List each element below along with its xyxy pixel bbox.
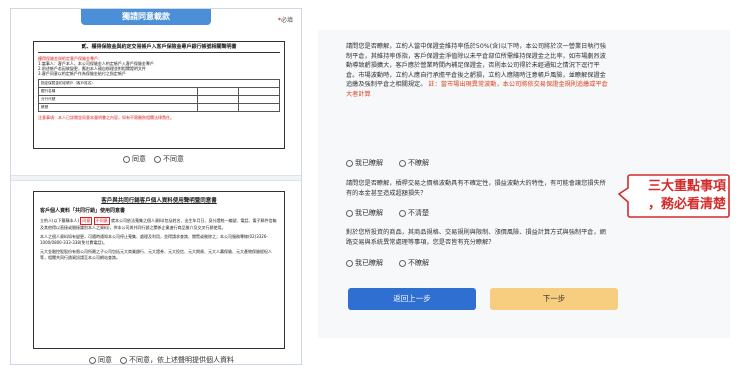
q1-yes-option[interactable]: 我已瞭解	[346, 158, 383, 168]
callout-line-2: ，務必看清楚	[647, 197, 726, 212]
radio-icon[interactable]	[399, 159, 406, 167]
declaration-notice: 注意事項：本人已詳閱並同意本聲明書之內容，如有不實願負相關法律責任。	[38, 115, 174, 120]
radio-icon[interactable]	[120, 356, 127, 364]
marketing-disagree-option[interactable]: 不同意，依上述聲明提供個人資料	[120, 355, 234, 365]
required-note: *必填	[278, 15, 293, 24]
question-1: 請問您是否瞭解，立約人當中保證金維持率低於50%(含)以下時，本公司將於次一營業…	[346, 42, 608, 99]
next-button[interactable]: 下一步	[490, 288, 618, 310]
account-row-number: 帳號	[38, 103, 198, 112]
marketing-radio-group: 同意 不同意，依上述聲明提供個人資料	[89, 355, 234, 365]
q3-yes-option[interactable]: 我已瞭解	[346, 258, 383, 268]
callout-text: 三大重點事項 ，務必看清楚	[632, 178, 726, 214]
declaration-disagree-label: 不同意	[163, 155, 184, 163]
declaration-title: 貳、權得保險金與約定交易帳戶入客戶保險金專戶銀行帳號相關聲明書	[38, 45, 280, 53]
q1-no-option[interactable]: 不瞭解	[399, 158, 429, 168]
p1-disagree-box: 不同意	[93, 217, 110, 225]
p1-intro: 立約人(以下簡稱本人)	[40, 218, 80, 223]
question-2-options: 我已瞭解 不清楚	[346, 208, 429, 218]
declaration-disagree-option[interactable]: 不同意	[154, 154, 184, 164]
account-row-bank: 銀行名稱	[38, 87, 198, 96]
marketing-consent-paragraph-2: 本人之個人資料如有變更，可隨時通知本公司停止蒐集、處理及利用，並得請求查詢、閱覽…	[40, 234, 268, 245]
question-3-options: 我已瞭解 不瞭解	[346, 258, 429, 268]
q2-yes-option[interactable]: 我已瞭解	[346, 208, 383, 218]
section-divider	[11, 175, 301, 181]
p1-agree-box: 同意	[80, 217, 93, 225]
radio-icon[interactable]	[346, 159, 353, 167]
left-consent-panel: 獨請同意載款 *必填 貳、權得保險金與約定交易帳戶入客戶保險金專戶銀行帳號相關聲…	[10, 8, 302, 365]
declaration-agree-label: 同意	[132, 155, 146, 163]
callout-annotation: 三大重點事項 ，務必看清楚	[618, 174, 730, 218]
radio-icon[interactable]	[89, 356, 96, 364]
declaration-radio-group: 同意 不同意	[123, 154, 184, 164]
required-label: 必填	[280, 17, 293, 24]
radio-icon[interactable]	[346, 259, 353, 267]
account-table: 指定保險金約定帳戶（客戶姓名） 銀行名稱 分行代號 帳號	[38, 79, 281, 112]
q1-no-label: 不瞭解	[408, 159, 429, 167]
question-3: 對於您所投資的商品，其商品規格、交易規則與限制、漲價風險、損益計算方式與強制平倉…	[346, 229, 606, 246]
consent-section-top: 獨請同意載款 *必填 貳、權得保險金與約定交易帳戶入客戶保險金專戶銀行帳號相關聲…	[11, 9, 301, 165]
declaration-line-4: 3.客戶同意以約定帳戶作為保險金給付之指定帳戶	[38, 71, 126, 76]
declaration-agree-option[interactable]: 同意	[123, 154, 146, 164]
q1-yes-label: 我已瞭解	[355, 159, 383, 167]
radio-icon[interactable]	[399, 259, 406, 267]
q3-no-label: 不瞭解	[408, 259, 429, 267]
page: 獨請同意載款 *必填 貳、權得保險金與約定交易帳戶入客戶保險金專戶銀行帳號相關聲…	[0, 0, 740, 373]
account-table-head: 指定保險金約定帳戶（客戶姓名）	[38, 79, 280, 88]
marketing-consent-title: 客戶與共同行銷客戶個人資料使用聲明暨同意書	[101, 198, 217, 204]
q3-yes-label: 我已瞭解	[355, 259, 383, 267]
marketing-agree-option[interactable]: 同意	[89, 355, 112, 365]
radio-icon[interactable]	[154, 155, 161, 163]
marketing-consent-document: 客戶與共同行銷客戶個人資料使用聲明暨同意書 客戶個人資料「共同行銷」使用同意書 …	[33, 191, 285, 349]
marketing-consent-paragraph-3: 元大金融控股股份有限公司所屬之子公司包括元大商業銀行、元大證券、元大投信、元大期…	[40, 249, 272, 260]
consent-tab[interactable]: 獨請同意載款	[81, 9, 211, 25]
q2-no-label: 不清楚	[408, 209, 429, 217]
question-1-options: 我已瞭解 不瞭解	[346, 158, 429, 168]
marketing-agree-label: 同意	[98, 356, 112, 364]
question-2: 請問您是否瞭解，槓桿交易之價格波動具有不確定性，損益波動大的特性，有可能會讓您損…	[346, 180, 606, 197]
marketing-disagree-label: 不同意，依上述聲明提供個人資料	[129, 356, 234, 364]
marketing-consent-subtitle: 客戶個人資料「共同行銷」使用同意書	[40, 208, 126, 214]
marketing-consent-paragraph-1: 立約人(以下簡稱本人) 同意 不同意 就本公司依法蒐集之個人資料(包括姓名、出生…	[40, 217, 278, 231]
q2-no-option[interactable]: 不清楚	[399, 208, 429, 218]
callout-line-1: 三大重點事項	[647, 179, 726, 194]
radio-icon[interactable]	[399, 209, 406, 217]
radio-icon[interactable]	[346, 209, 353, 217]
account-row-branch: 分行代號	[38, 95, 198, 104]
radio-icon[interactable]	[123, 155, 130, 163]
q3-no-option[interactable]: 不瞭解	[399, 258, 429, 268]
q2-yes-label: 我已瞭解	[355, 209, 383, 217]
declaration-document: 貳、權得保險金與約定交易帳戶入客戶保險金專戶銀行帳號相關聲明書 權得保險金與約定…	[33, 41, 285, 149]
back-button[interactable]: 返回上一步	[348, 288, 476, 310]
